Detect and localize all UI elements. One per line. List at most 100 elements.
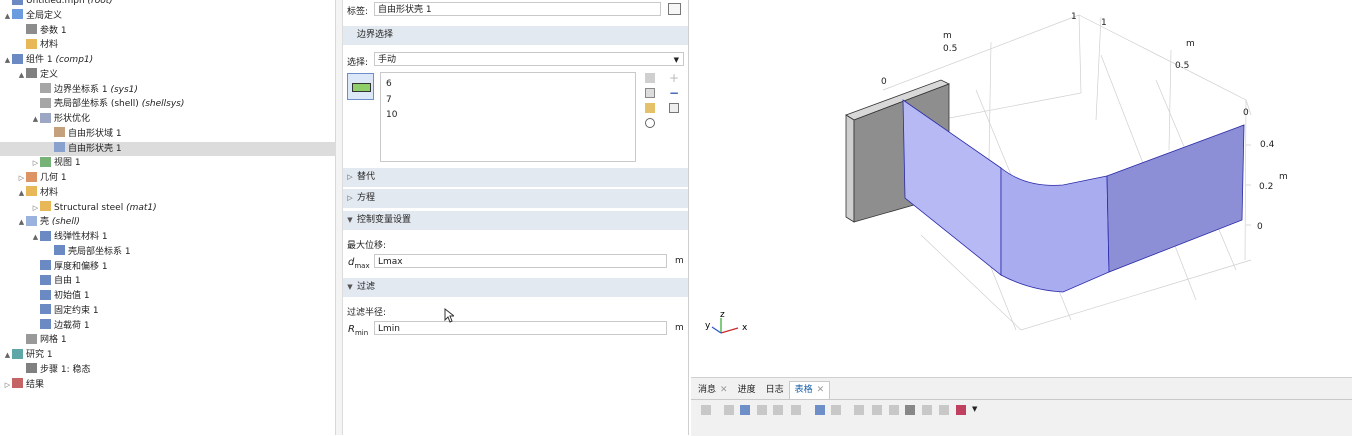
table-toolbar-icon[interactable]: [872, 405, 882, 415]
tree-item[interactable]: 自由形状域 1: [0, 127, 380, 142]
expand-arrow-icon: ▷: [347, 194, 353, 202]
paste-selection-icon[interactable]: [645, 88, 655, 98]
axis-tick-label: 0.4: [1260, 140, 1275, 150]
boundary-list-item[interactable]: 6: [386, 77, 397, 93]
linear-elastic-icon: [40, 230, 51, 241]
tree-item[interactable]: ▲ 材料: [0, 186, 352, 201]
tree-item[interactable]: ▷ 几何 1: [0, 171, 352, 186]
tree-item[interactable]: 步骤 1: 稳态: [0, 363, 352, 378]
section-title: 过滤: [357, 282, 376, 292]
boundary-list-item[interactable]: 10: [386, 108, 397, 124]
add-icon[interactable]: +: [669, 72, 679, 84]
selection-dropdown[interactable]: 手动 ▼: [374, 52, 684, 66]
expand-toggle-icon[interactable]: ▷: [31, 156, 40, 171]
tree-item[interactable]: 自由形状壳 1: [0, 141, 380, 157]
table-toolbar-icon[interactable]: [854, 405, 864, 415]
tree-item[interactable]: 壳局部坐标系 (shell) (shellsys): [0, 97, 366, 112]
clipboard-icon[interactable]: [645, 103, 655, 113]
tree-item[interactable]: ▲ 组件 1 (comp1): [0, 53, 338, 68]
tree-item[interactable]: 初始值 1: [0, 289, 366, 304]
tree-item[interactable]: ▷ 结果: [0, 378, 338, 393]
expand-toggle-icon[interactable]: ▲: [31, 112, 40, 127]
initial-values-icon: [40, 289, 51, 300]
tree-item[interactable]: ▲ 壳 (shell): [0, 215, 352, 230]
close-icon[interactable]: ✕: [720, 385, 728, 395]
tree-item[interactable]: 边载荷 1: [0, 319, 366, 334]
tree-item[interactable]: ▲ 全局定义: [0, 9, 338, 24]
table-toolbar-icon[interactable]: [701, 405, 711, 415]
expand-toggle-icon[interactable]: ▲: [3, 348, 12, 363]
splitter[interactable]: [336, 0, 343, 435]
table-toolbar-icon[interactable]: [956, 405, 966, 415]
expand-toggle-icon[interactable]: ▲: [31, 230, 40, 245]
bottom-tab[interactable]: 消息 ✕: [693, 382, 733, 399]
edit-node-icon[interactable]: [668, 3, 681, 15]
chevron-down-icon[interactable]: ▼: [972, 405, 977, 413]
copy-selection-icon[interactable]: [645, 73, 655, 83]
zoom-to-selection-icon[interactable]: [645, 118, 655, 128]
replace-header[interactable]: ▷ 替代: [343, 168, 688, 187]
expand-toggle-icon[interactable]: ▷: [3, 378, 12, 393]
filter-radius-input[interactable]: Lmin: [374, 321, 667, 335]
max-displacement-input[interactable]: Lmax: [374, 254, 667, 268]
tree-item-label: 组件 1: [26, 55, 53, 65]
section-title: 边界选择: [357, 30, 394, 40]
tree-item[interactable]: 边界坐标系 1 (sys1): [0, 83, 366, 98]
tree-item[interactable]: 壳局部坐标系 1: [0, 245, 380, 260]
bottom-tab[interactable]: 进度: [733, 382, 761, 399]
table-toolbar-icon[interactable]: [922, 405, 932, 415]
tree-item[interactable]: 固定约束 1: [0, 304, 366, 319]
tree-item[interactable]: ▲ 线弹性材料 1: [0, 230, 366, 245]
tree-item[interactable]: ▷ Structural steel (mat1): [0, 201, 366, 216]
close-icon[interactable]: ✕: [817, 385, 825, 395]
bottom-tab[interactable]: 表格 ✕: [788, 381, 831, 399]
free-icon: [40, 274, 51, 285]
table-toolbar-icon[interactable]: [905, 405, 915, 415]
label-input[interactable]: 自由形状壳 1: [374, 2, 661, 16]
axis-unit-label: m: [1279, 172, 1288, 182]
table-toolbar-icon[interactable]: [791, 405, 801, 415]
expand-toggle-icon[interactable]: ▲: [17, 215, 26, 230]
expand-toggle-icon[interactable]: ▷: [31, 201, 40, 216]
table-toolbar-icon[interactable]: [757, 405, 767, 415]
bottom-tab[interactable]: 日志: [761, 382, 789, 399]
model-3d-view[interactable]: 1 1 m m 0.5 0.5 0 0 0.4 m 0.2 0 z x y: [691, 0, 1352, 377]
boundary-list[interactable]: 6 7 10: [380, 72, 636, 162]
boundary-selection-header[interactable]: 边界选择: [343, 26, 688, 45]
table-toolbar-icon[interactable]: [773, 405, 783, 415]
tree-item[interactable]: 材料: [0, 38, 352, 53]
filter-header[interactable]: ▼ 过滤: [343, 278, 688, 297]
settings-panel: 标签: 自由形状壳 1 边界选择 选择: 手动 ▼ 6 7 10 + − ▷ 替代 ▷…: [343, 0, 689, 435]
active-selection-toggle[interactable]: [347, 73, 374, 100]
tree-item[interactable]: ▷ 视图 1: [0, 156, 366, 171]
remove-icon[interactable]: −: [669, 87, 679, 99]
graphics-window[interactable]: 1 1 m m 0.5 0.5 0 0 0.4 m 0.2 0 z x y: [691, 0, 1352, 377]
tree-item-label: Untitled.mph: [26, 0, 85, 6]
table-toolbar-icon[interactable]: [724, 405, 734, 415]
table-toolbar-icon[interactable]: [939, 405, 949, 415]
tree-item[interactable]: 网格 1: [0, 333, 352, 348]
equation-header[interactable]: ▷ 方程: [343, 189, 688, 208]
expand-toggle-icon[interactable]: ▲: [3, 53, 12, 68]
table-toolbar-icon[interactable]: [740, 405, 750, 415]
expand-toggle-icon[interactable]: ▲: [3, 9, 12, 24]
expand-toggle-icon[interactable]: ▲: [17, 68, 26, 83]
expand-toggle-icon[interactable]: ▲: [17, 186, 26, 201]
clear-selection-icon[interactable]: [669, 103, 679, 113]
tree-item[interactable]: ▲ 形状优化: [0, 112, 366, 127]
tree-item-label: 初始值 1: [54, 291, 90, 301]
table-toolbar-icon[interactable]: [815, 405, 825, 415]
table-toolbar-icon[interactable]: [889, 405, 899, 415]
tree-item-label: 壳局部坐标系 (shell): [54, 99, 139, 110]
boundary-list-item[interactable]: 7: [386, 93, 397, 109]
root-file-icon: [12, 0, 23, 5]
tree-item[interactable]: 厚度和偏移 1: [0, 260, 366, 275]
expand-toggle-icon[interactable]: ▷: [17, 171, 26, 186]
control-variable-header[interactable]: ▼ 控制变量设置: [343, 211, 688, 230]
tree-item[interactable]: 自由 1: [0, 274, 366, 289]
table-toolbar-icon[interactable]: [831, 405, 841, 415]
tree-item[interactable]: ▲ 定义: [0, 68, 352, 83]
tree-item[interactable]: Untitled.mph (root): [0, 0, 338, 9]
tree-item[interactable]: 参数 1: [0, 24, 352, 39]
tree-item[interactable]: ▲ 研究 1: [0, 348, 338, 363]
